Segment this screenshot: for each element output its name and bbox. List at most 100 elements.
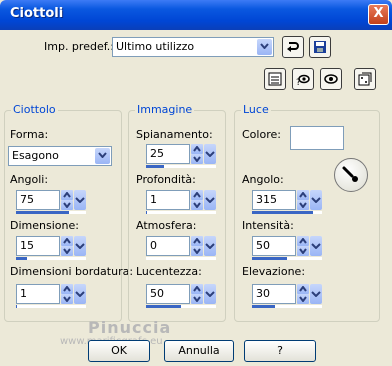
chevron-down-icon[interactable]: [310, 236, 322, 256]
spianamento-slider[interactable]: [146, 165, 216, 168]
spin-up-icon[interactable]: [191, 236, 203, 246]
spin-up-icon[interactable]: [61, 236, 73, 246]
spin-down-icon[interactable]: [297, 200, 309, 210]
angoli-label: Angoli:: [10, 173, 49, 186]
spin-down-icon[interactable]: [191, 246, 203, 256]
spin-up-icon[interactable]: [297, 190, 309, 200]
chevron-down-icon[interactable]: [204, 236, 216, 256]
angoli-spinner[interactable]: 75: [16, 190, 86, 214]
lucentezza-input[interactable]: 50: [146, 284, 190, 304]
chevron-down-icon[interactable]: [74, 284, 86, 304]
title-bar[interactable]: Ciottoli X: [0, 0, 392, 30]
spin-down-icon[interactable]: [61, 246, 73, 256]
bordatura-slider-fill: [16, 305, 17, 308]
spin-down-icon[interactable]: [297, 294, 309, 304]
bordatura-input[interactable]: 1: [16, 284, 60, 304]
dimensione-slider-fill: [16, 257, 27, 260]
intensita-spinner[interactable]: 50: [252, 236, 322, 260]
close-button[interactable]: X: [368, 4, 389, 25]
toggle-preview-button[interactable]: [320, 68, 342, 90]
chevron-down-icon[interactable]: [95, 148, 110, 164]
elevazione-slider[interactable]: [252, 305, 322, 308]
reset-preset-button[interactable]: [282, 36, 304, 58]
spin-down-icon[interactable]: [61, 294, 73, 304]
lucentezza-slider[interactable]: [146, 305, 216, 308]
reset-icon: [287, 42, 299, 52]
angle-dial[interactable]: [334, 158, 368, 192]
chevron-down-icon[interactable]: [310, 284, 322, 304]
angolo-spinner[interactable]: 315: [252, 190, 322, 214]
spin-down-icon[interactable]: [297, 246, 309, 256]
angoli-slider-fill: [16, 211, 69, 214]
angoli-input[interactable]: 75: [16, 190, 60, 210]
chevron-down-icon[interactable]: [257, 39, 272, 55]
spin-up-icon[interactable]: [297, 284, 309, 294]
preset-dropdown[interactable]: Ultimo utilizzo: [112, 37, 274, 57]
profondita-spinner[interactable]: 1: [146, 190, 216, 214]
elevazione-input[interactable]: 30: [252, 284, 296, 304]
spin-up-icon[interactable]: [191, 144, 203, 154]
forma-select[interactable]: Esagono: [8, 146, 112, 166]
help-button[interactable]: ?: [244, 340, 316, 362]
group-title-immagine: Immagine: [135, 103, 195, 116]
spin-up-icon[interactable]: [297, 236, 309, 246]
spin-up-icon[interactable]: [61, 190, 73, 200]
spin-up-icon[interactable]: [191, 190, 203, 200]
group-title-luce: Luce: [241, 103, 271, 116]
atmosfera-label: Atmosfera:: [136, 219, 197, 232]
chevron-down-icon[interactable]: [74, 190, 86, 210]
lucentezza-label: Lucentezza:: [136, 265, 202, 278]
chevron-down-icon[interactable]: [74, 236, 86, 256]
elevazione-label: Elevazione:: [242, 265, 306, 278]
group-title-ciottolo: Ciottolo: [11, 103, 58, 116]
lucentezza-slider-fill: [146, 305, 181, 308]
window-title: Ciottoli: [10, 6, 64, 21]
bordatura-spinner[interactable]: 1: [16, 284, 86, 308]
spianamento-spinner[interactable]: 25: [146, 144, 216, 168]
profondita-slider[interactable]: [146, 211, 216, 214]
preset-label: Imp. predef.:: [44, 40, 114, 53]
elevazione-spinner[interactable]: 30: [252, 284, 322, 308]
spin-down-icon[interactable]: [191, 294, 203, 304]
angoli-slider[interactable]: [16, 211, 86, 214]
spin-up-icon[interactable]: [191, 284, 203, 294]
chevron-down-icon[interactable]: [310, 190, 322, 210]
spianamento-input[interactable]: 25: [146, 144, 190, 164]
chevron-down-icon[interactable]: [204, 190, 216, 210]
annulla-button[interactable]: Annulla: [164, 340, 234, 362]
bordatura-label: Dimensioni bordatura:: [10, 265, 134, 278]
save-preset-button[interactable]: [309, 36, 331, 58]
angolo-slider-fill: [252, 211, 314, 214]
randomize-button[interactable]: [354, 68, 376, 90]
angolo-label: Angolo:: [242, 173, 284, 186]
spin-down-icon[interactable]: [191, 200, 203, 210]
colore-swatch[interactable]: [290, 126, 344, 150]
ok-button[interactable]: OK: [88, 340, 150, 362]
randomize-eye-button[interactable]: ?: [292, 68, 314, 90]
spin-up-icon[interactable]: [61, 284, 73, 294]
spin-down-icon[interactable]: [61, 200, 73, 210]
dimensione-slider[interactable]: [16, 257, 86, 260]
dialog-window: Ciottoli X Imp. predef.: Ultimo utilizzo: [0, 0, 392, 366]
dimensione-input[interactable]: 15: [16, 236, 60, 256]
atmosfera-input[interactable]: 0: [146, 236, 190, 256]
atmosfera-spinner[interactable]: 0: [146, 236, 216, 260]
chevron-down-icon[interactable]: [204, 284, 216, 304]
bordatura-slider[interactable]: [16, 305, 86, 308]
profondita-slider-fill: [146, 211, 147, 214]
profondita-input[interactable]: 1: [146, 190, 190, 210]
atmosfera-slider[interactable]: [146, 257, 216, 260]
spin-down-icon[interactable]: [191, 154, 203, 164]
chevron-down-icon[interactable]: [204, 144, 216, 164]
preview-list-button[interactable]: [264, 68, 286, 90]
svg-text:?: ?: [296, 78, 301, 86]
angolo-input[interactable]: 315: [252, 190, 296, 210]
intensita-input[interactable]: 50: [252, 236, 296, 256]
intensita-slider[interactable]: [252, 257, 322, 260]
lucentezza-spinner[interactable]: 50: [146, 284, 216, 308]
dimensione-spinner[interactable]: 15: [16, 236, 86, 260]
spianamento-label: Spianamento:: [136, 128, 213, 141]
angolo-slider[interactable]: [252, 211, 322, 214]
dice-icon: [358, 72, 372, 86]
angle-dial-needle-icon: [342, 166, 358, 182]
